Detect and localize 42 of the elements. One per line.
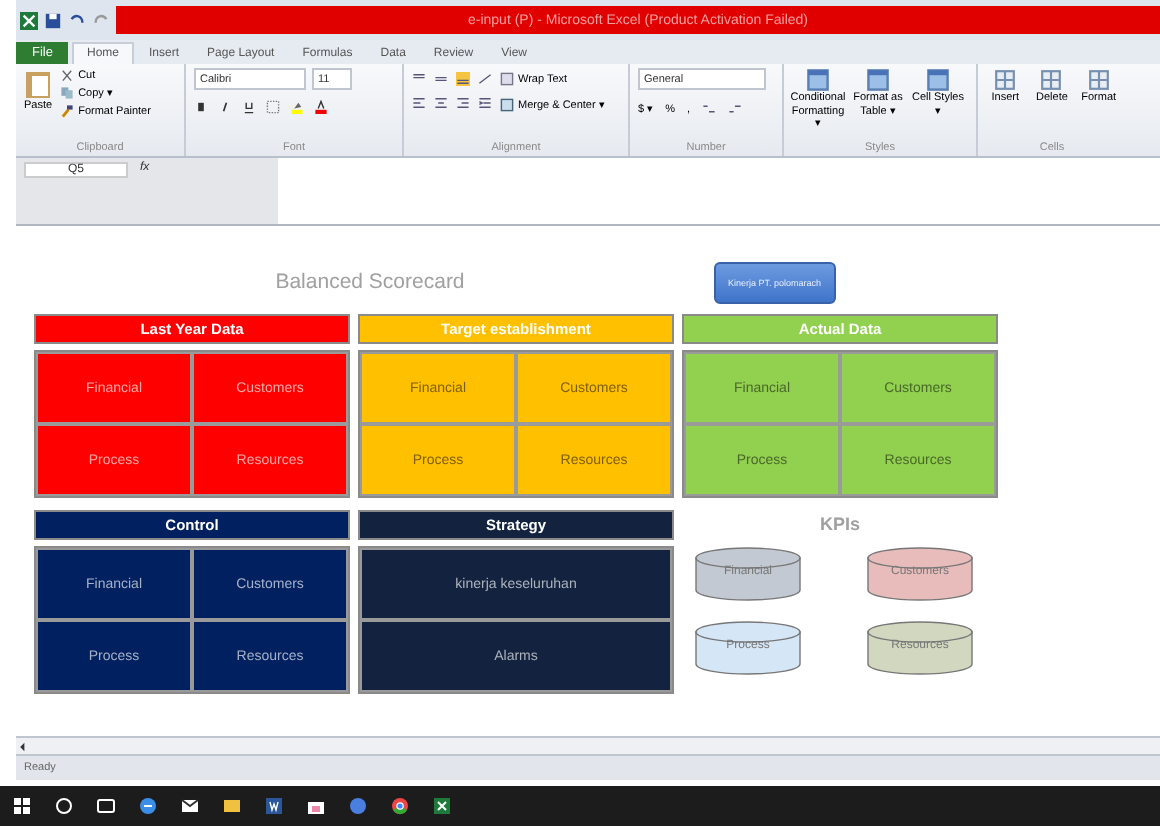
brush-icon xyxy=(60,104,75,118)
increase-decimal-icon xyxy=(702,102,717,116)
document-icon xyxy=(264,796,284,816)
copy-icon xyxy=(60,86,75,100)
align-middle-icon xyxy=(434,72,448,86)
chrome-icon xyxy=(390,796,410,816)
fill-color-icon xyxy=(290,100,304,114)
table-icon xyxy=(926,68,950,92)
indent-icon xyxy=(478,96,492,110)
decrease-decimal-icon xyxy=(728,102,743,116)
clipboard-icon xyxy=(24,68,53,100)
font-color-icon xyxy=(314,100,328,114)
align-left-icon xyxy=(412,96,426,110)
task-view-icon xyxy=(96,796,116,816)
italic-icon xyxy=(218,100,232,114)
spreadsheet-icon xyxy=(432,796,452,816)
align-center-icon xyxy=(434,96,448,110)
scissors-icon xyxy=(60,68,75,82)
align-right-icon xyxy=(456,96,470,110)
bag-icon xyxy=(306,796,326,816)
sheet-title: Balanced Scorecard xyxy=(273,270,467,294)
kpi-title: KPIs xyxy=(819,514,860,534)
undo-icon[interactable] xyxy=(68,11,86,29)
orientation-icon xyxy=(478,72,492,86)
table-icon xyxy=(806,68,830,92)
browser-icon xyxy=(138,796,158,816)
wrap-icon xyxy=(500,72,514,86)
folder-icon xyxy=(222,796,242,816)
border-icon xyxy=(266,100,280,114)
underline-icon xyxy=(242,100,256,114)
merge-icon xyxy=(500,98,514,112)
globe-icon xyxy=(348,796,368,816)
cells-icon xyxy=(1040,68,1063,92)
cells-icon xyxy=(994,68,1017,92)
windows-icon xyxy=(12,796,32,816)
table-icon xyxy=(866,68,890,92)
save-icon[interactable] xyxy=(44,11,62,29)
align-bottom-icon xyxy=(456,72,470,86)
mail-icon xyxy=(180,796,200,816)
excel-icon[interactable] xyxy=(20,11,38,29)
cells-icon xyxy=(1087,68,1110,92)
search-icon xyxy=(54,796,74,816)
